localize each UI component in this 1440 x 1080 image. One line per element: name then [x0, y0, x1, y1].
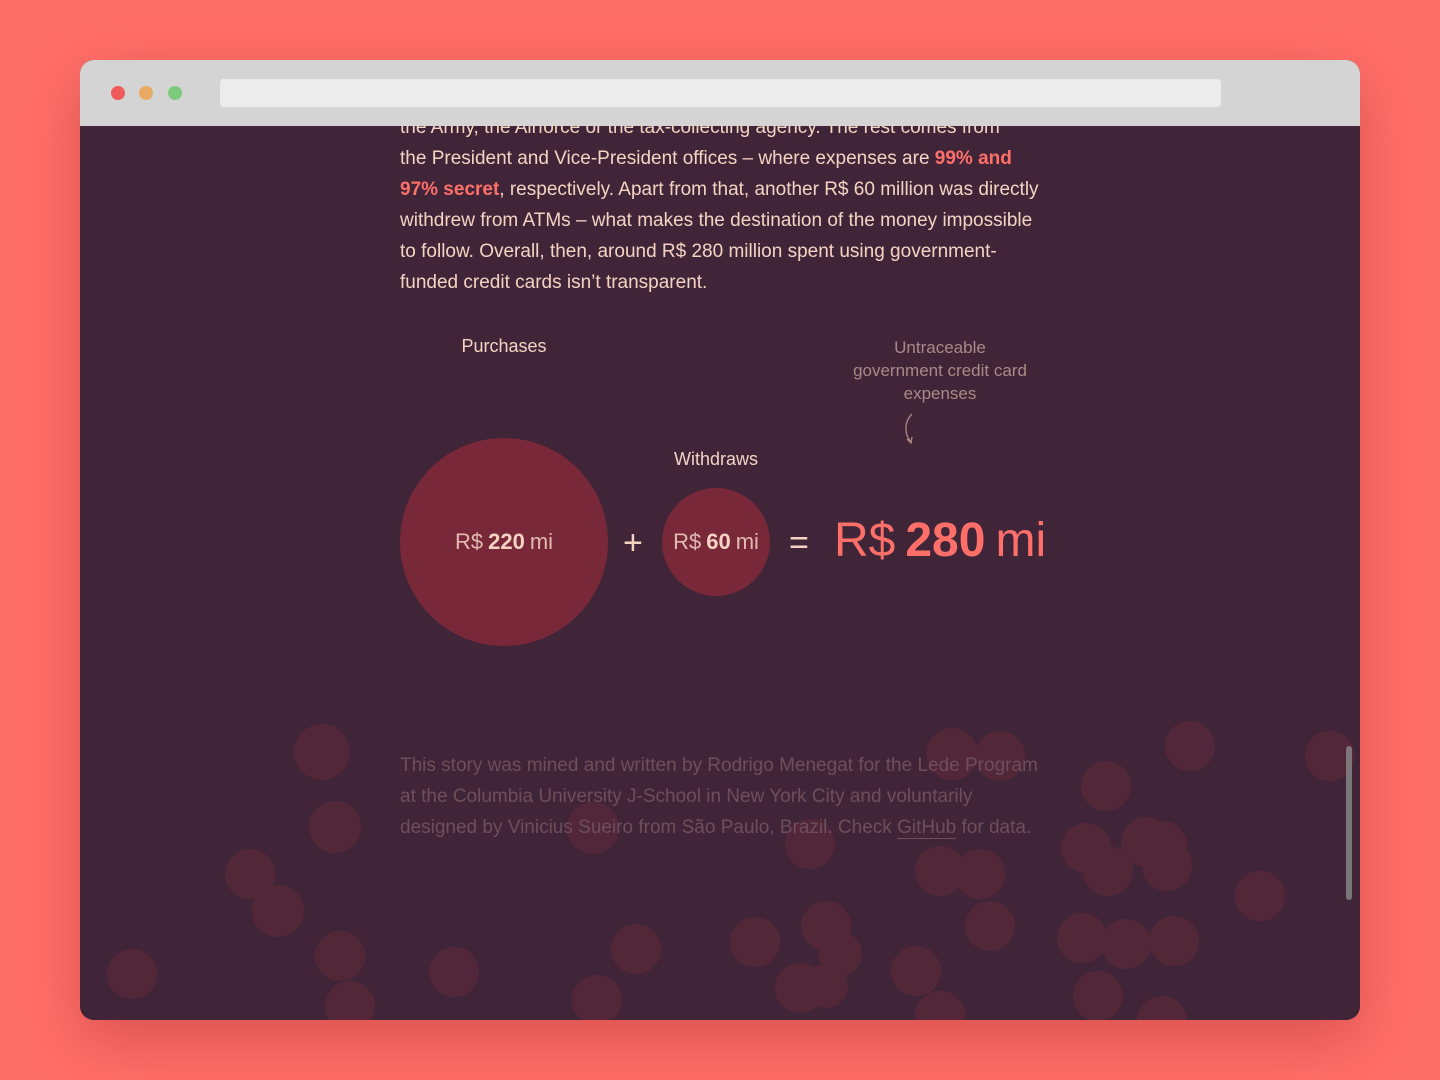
plus-sign: +	[623, 524, 643, 562]
address-bar[interactable]	[220, 79, 1221, 107]
window-titlebar	[80, 60, 1360, 126]
purchases-unit: mi	[529, 529, 554, 554]
minimize-window-button[interactable]	[139, 86, 153, 100]
zoom-window-button[interactable]	[168, 86, 182, 100]
purchases-bubble: R$ 220 mi	[400, 438, 608, 646]
curved-arrow-icon	[905, 413, 913, 445]
untraceable-note: Untraceable government credit card expen…	[853, 338, 1027, 403]
withdraws-value: 60	[706, 529, 731, 554]
purchases-currency: R$	[454, 529, 484, 554]
total-amount: R$ 280 mi	[834, 511, 1046, 571]
purchases-label: Purchases	[461, 336, 547, 356]
credits-end: for data.	[956, 817, 1032, 838]
github-link[interactable]: GitHub	[897, 817, 957, 839]
withdraws-unit: mi	[735, 529, 759, 554]
purchases-value: 220	[488, 529, 525, 554]
total-unit: mi	[995, 514, 1047, 567]
expenses-equation: Purchases R$ 220 mi + Withdraws R$ 60 mi…	[80, 126, 1360, 726]
page-content[interactable]: the Army, the Airforce or the tax-collec…	[80, 126, 1360, 1020]
scrollbar-thumb[interactable]	[1346, 746, 1352, 900]
close-window-button[interactable]	[111, 86, 125, 100]
withdraws-label: Withdraws	[673, 449, 758, 469]
browser-window: the Army, the Airforce or the tax-collec…	[80, 60, 1360, 1020]
total-currency: R$	[834, 514, 896, 567]
credits-text: This story was mined and written by Rodr…	[400, 750, 1040, 843]
total-value: 280	[905, 514, 986, 567]
equals-sign: =	[789, 524, 809, 562]
withdraws-bubble: R$ 60 mi	[662, 488, 770, 596]
withdraws-currency: R$	[673, 529, 702, 554]
